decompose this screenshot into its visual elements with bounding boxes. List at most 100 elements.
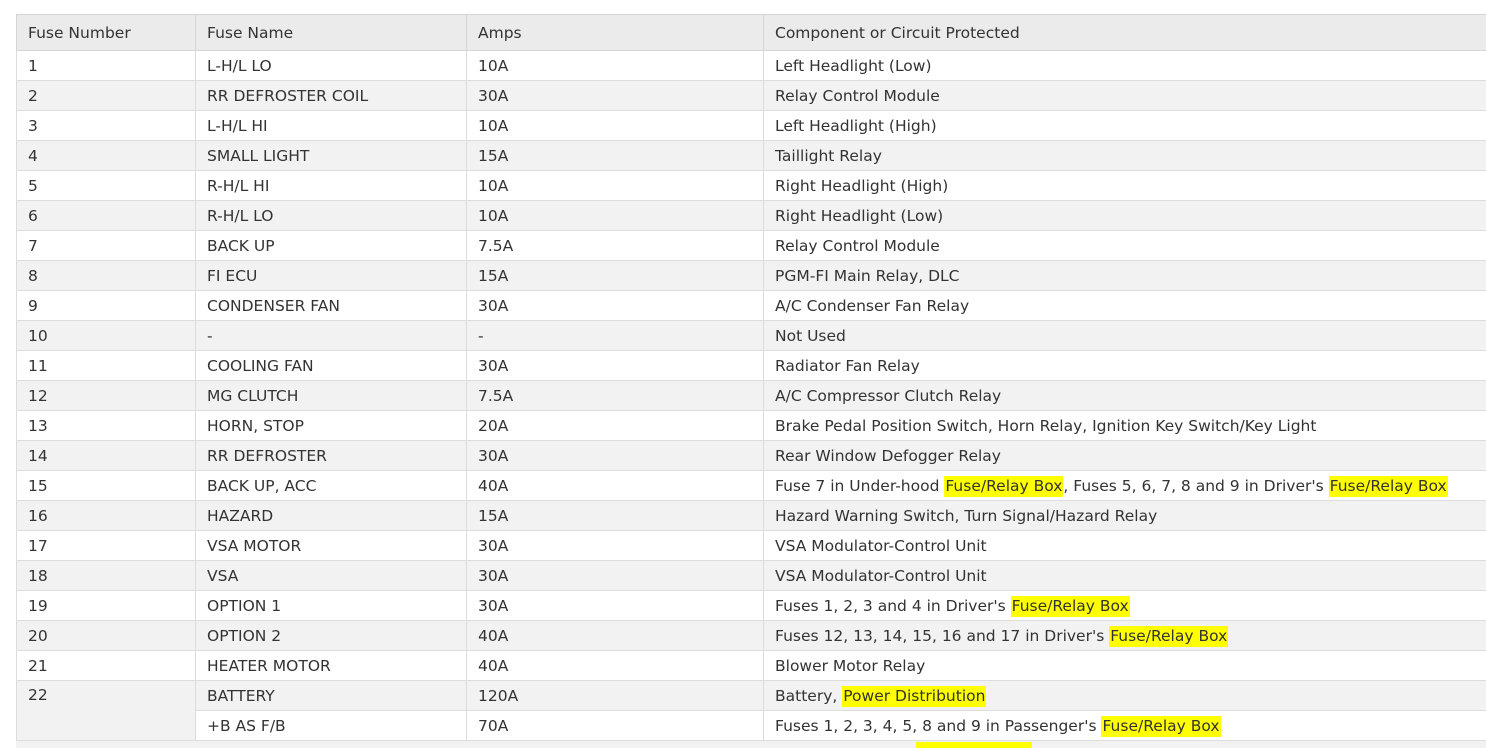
table-header: Fuse Number Fuse Name Amps Component or …	[16, 14, 1486, 51]
component-text: VSA Modulator-Control Unit	[775, 536, 987, 555]
amps-cell: 70A	[466, 710, 764, 741]
component-text: Not Used	[775, 326, 846, 345]
component-cell: Relay Control Module	[763, 230, 1486, 261]
fuse-number-cell: 21	[16, 650, 196, 681]
component-text: PGM-FI Main Relay, DLC	[775, 266, 960, 285]
fuse-name-cell: R-H/L LO	[195, 200, 467, 231]
component-cell: Fuses 12, 13, 14, 15, 16 and 17 in Drive…	[763, 620, 1486, 651]
table-row: 21 HEATER MOTOR 40A Blower Motor Relay	[16, 650, 1486, 681]
fuse-number-cell: 6	[16, 200, 196, 231]
fuse-name-cell: HAZARD	[195, 500, 467, 531]
header-row: Fuse Number Fuse Name Amps Component or …	[16, 14, 1486, 51]
table-row: 22 BATTERY 120A Battery, Power Distribution	[16, 680, 1486, 741]
column-header-fuse-number[interactable]: Fuse Number	[16, 14, 196, 51]
fuse-name-cell: BATTERY	[195, 680, 467, 711]
fuse-name-cell: OPTION 2	[195, 620, 467, 651]
fuse-number-cell: 11	[16, 350, 196, 381]
fuse-name-cell: HEATER MOTOR	[195, 650, 467, 681]
amps-cell: 10A	[466, 110, 764, 141]
table-row: 17 VSA MOTOR 30A VSA Modulator-Control Unit	[16, 530, 1486, 561]
component-text: Blower Motor Relay	[775, 656, 926, 675]
component-text: Fuses 1, 2, 3 and 4 in Driver's	[775, 596, 1011, 615]
table-row: 18 VSA 30A VSA Modulator-Control Unit	[16, 560, 1486, 591]
fuse-name-cell: L-H/L HI	[195, 110, 467, 141]
fuse-number-cell: 17	[16, 530, 196, 561]
component-cell: Battery, Power Distribution	[763, 680, 1486, 711]
component-cell: VSA Modulator-Control Unit	[763, 530, 1486, 561]
fuse-name-cell: L-H/L LO	[195, 50, 467, 81]
table-row: 3 L-H/L HI 10A Left Headlight (High)	[16, 110, 1486, 141]
amps-cell: 10A	[466, 200, 764, 231]
fuse-number-cell: 8	[16, 260, 196, 291]
fuse-name-cell: HORN, STOP	[195, 410, 467, 441]
fuse-number-cell: 4	[16, 140, 196, 171]
fuse-number-cell: 16	[16, 500, 196, 531]
fuse-number-cell: 19	[16, 590, 196, 621]
table-row: 12 MG CLUTCH 7.5A A/C Compressor Clutch Rel…	[16, 380, 1486, 411]
fuse-name-cell: MG CLUTCH	[195, 380, 467, 411]
amps-cell: 30A	[466, 530, 764, 561]
amps-cell: 30A	[466, 590, 764, 621]
amps-cell: 30A	[466, 560, 764, 591]
component-cell: Fuses 1, 2, 3, 4, 5, 8 and 9 in Passenge…	[763, 710, 1486, 741]
fuse-number-cell: 12	[16, 380, 196, 411]
amps-cell: 10A	[466, 50, 764, 81]
table-row: 13 HORN, STOP 20A Brake Pedal Position Swit…	[16, 410, 1486, 441]
component-cell: Fuse 7 in Under-hood Fuse/Relay Box, Fus…	[763, 470, 1486, 501]
fuse-table: Fuse Number Fuse Name Amps Component or …	[16, 14, 1486, 741]
fuse-name-cell: VSA	[195, 560, 467, 591]
fuse-name-cell: BACK UP, ACC	[195, 470, 467, 501]
component-cell: Hazard Warning Switch, Turn Signal/Hazar…	[763, 500, 1486, 531]
amps-cell: 15A	[466, 140, 764, 171]
fuse-number-cell: 22	[16, 680, 196, 741]
highlighted-term: Fuse/Relay Box	[1109, 625, 1229, 647]
component-cell: Rear Window Defogger Relay	[763, 440, 1486, 471]
amps-cell: 30A	[466, 350, 764, 381]
amps-cell: 40A	[466, 470, 764, 501]
fuse-number-cell: 15	[16, 470, 196, 501]
component-text: Relay Control Module	[775, 86, 940, 105]
table-row: 19 OPTION 1 30A Fuses 1, 2, 3 and 4 in Driv…	[16, 590, 1486, 621]
component-cell: VSA Modulator-Control Unit	[763, 560, 1486, 591]
amps-cell: 20A	[466, 410, 764, 441]
table-row: 7 BACK UP 7.5A Relay Control Module	[16, 230, 1486, 261]
amps-cell: 7.5A	[466, 230, 764, 261]
component-cell: Fuses 1, 2, 3 and 4 in Driver's Fuse/Rel…	[763, 590, 1486, 621]
fuse-name-cell: COOLING FAN	[195, 350, 467, 381]
amps-cell: 30A	[466, 440, 764, 471]
component-cell: Left Headlight (High)	[763, 110, 1486, 141]
fuse-number-cell: 10	[16, 320, 196, 351]
fuse-number-cell: 7	[16, 230, 196, 261]
fuse-name-cell: RR DEFROSTER	[195, 440, 467, 471]
table-body: 1 L-H/L LO 10A Left Headlight (Low) 2 RR DEFR…	[16, 50, 1486, 741]
highlighted-term: Fuse/Relay Box	[1101, 715, 1221, 737]
page: Fuse Number Fuse Name Amps Component or …	[0, 0, 1486, 748]
fuse-table-container: Fuse Number Fuse Name Amps Component or …	[16, 14, 1486, 741]
table-row: 20 OPTION 2 40A Fuses 12, 13, 14, 15, 16 an…	[16, 620, 1486, 651]
highlighted-term: Fuse/Relay Box	[944, 475, 1064, 497]
component-text: Left Headlight (High)	[775, 116, 937, 135]
component-text: Fuses 1, 2, 3, 4, 5, 8 and 9 in Passenge…	[775, 716, 1102, 735]
column-header-amps[interactable]: Amps	[466, 14, 764, 51]
component-cell: PGM-FI Main Relay, DLC	[763, 260, 1486, 291]
component-cell: Right Headlight (Low)	[763, 200, 1486, 231]
highlighted-term: Fuse/Relay Box	[1328, 475, 1448, 497]
component-text: Left Headlight (Low)	[775, 56, 932, 75]
highlighted-term: Fuse/Relay Box	[1010, 595, 1130, 617]
fuse-name-cell: R-H/L HI	[195, 170, 467, 201]
fuse-name-cell: +B AS F/B	[195, 710, 467, 741]
fuse-name-cell: -	[195, 320, 467, 351]
component-cell: Right Headlight (High)	[763, 170, 1486, 201]
fuse-name-cell: RR DEFROSTER COIL	[195, 80, 467, 111]
column-header-fuse-name[interactable]: Fuse Name	[195, 14, 467, 51]
table-row: 9 CONDENSER FAN 30A A/C Condenser Fan Relay	[16, 290, 1486, 321]
component-text: Brake Pedal Position Switch, Horn Relay,…	[775, 416, 1317, 435]
column-header-component[interactable]: Component or Circuit Protected	[763, 14, 1486, 51]
fuse-name-cell: BACK UP	[195, 230, 467, 261]
table-row: 6 R-H/L LO 10A Right Headlight (Low)	[16, 200, 1486, 231]
component-text: Fuse 7 in Under-hood	[775, 476, 945, 495]
table-row: +B AS F/B 70A Fuses 1, 2, 3, 4, 5, 8 and 9…	[17, 710, 1486, 741]
amps-cell: 40A	[466, 650, 764, 681]
component-text: Right Headlight (Low)	[775, 206, 944, 225]
component-text: Fuses 12, 13, 14, 15, 16 and 17 in Drive…	[775, 626, 1110, 645]
